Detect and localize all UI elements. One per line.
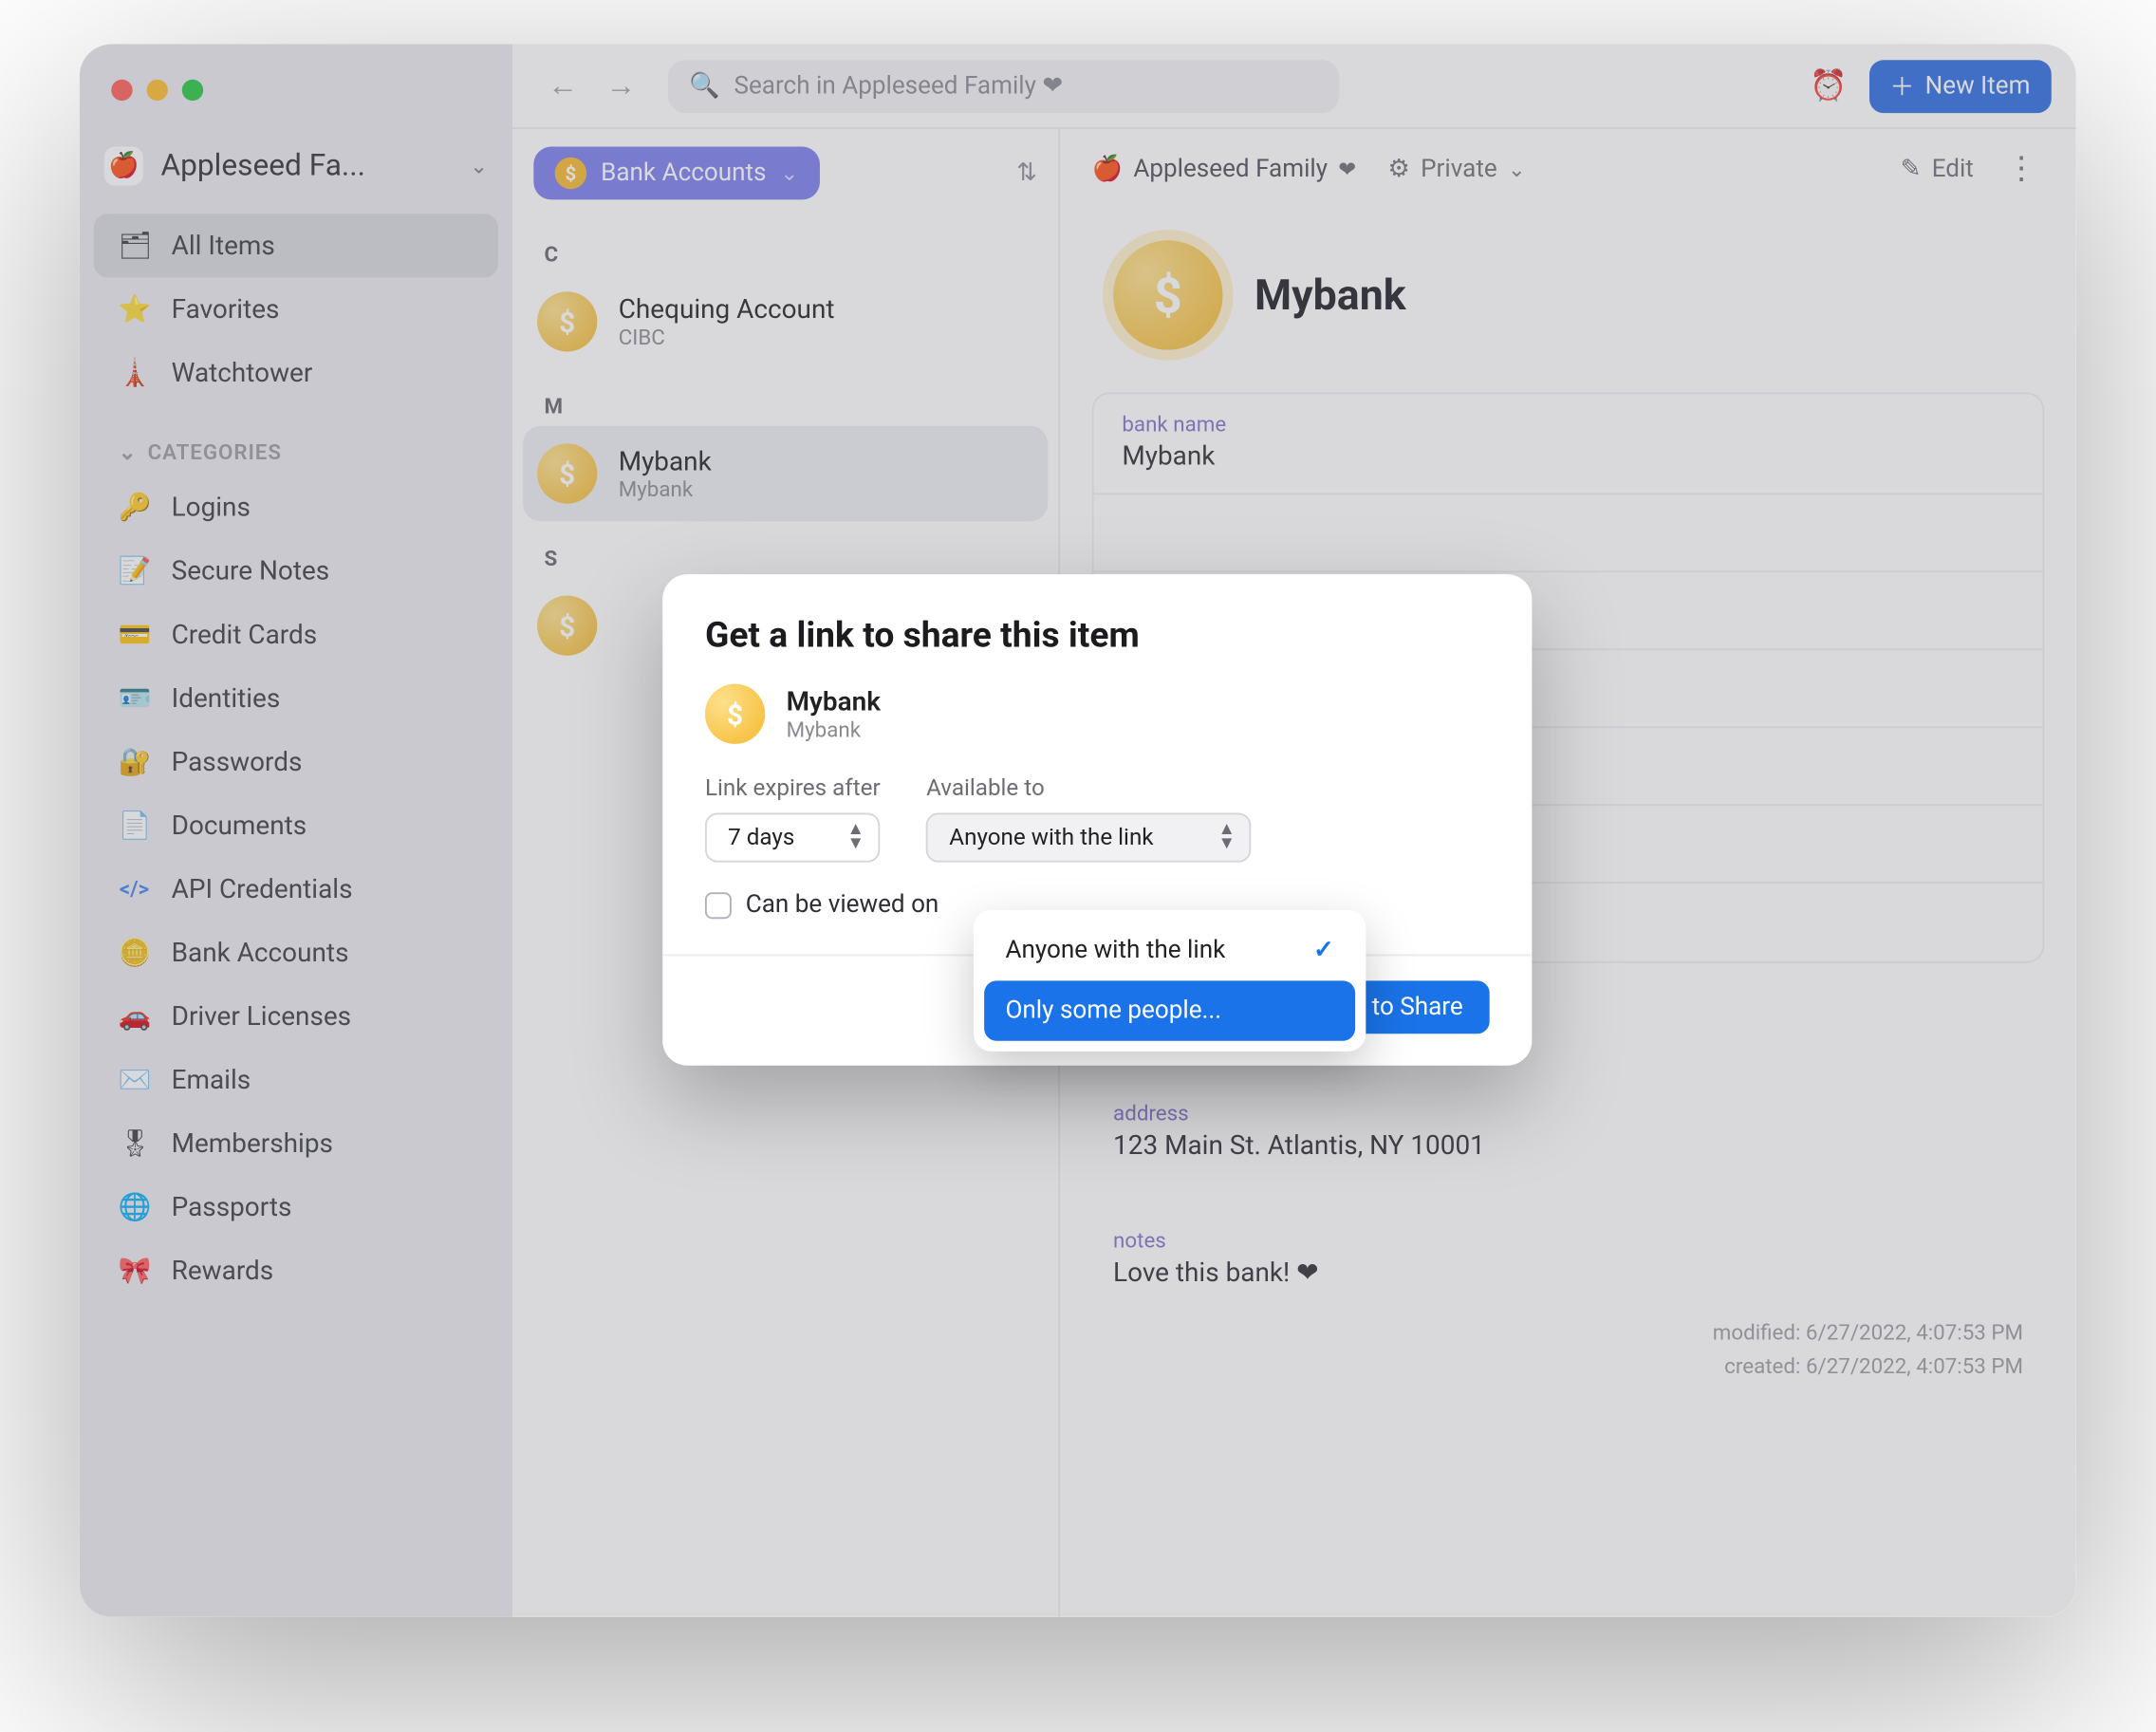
modal-item-row: $ Mybank Mybank <box>705 684 1490 744</box>
modal-item-subtitle: Mybank <box>787 717 881 742</box>
available-label: Available to <box>926 775 1252 802</box>
modal-item-title: Mybank <box>787 685 881 717</box>
checkbox-label: Can be viewed on <box>746 890 939 919</box>
available-to-dropdown: Anyone with the link ✓ Only some people.… <box>974 910 1366 1052</box>
stepper-icon: ▲▼ <box>846 824 864 852</box>
expires-select[interactable]: 7 days ▲▼ <box>705 813 881 863</box>
expires-group: Link expires after 7 days ▲▼ <box>705 775 881 862</box>
stepper-icon: ▲▼ <box>1217 824 1235 852</box>
dropdown-option-some-people[interactable]: Only some people... <box>984 980 1355 1040</box>
checkbox-icon <box>705 891 732 918</box>
app-window: 🍎 Appleseed Fa... ⌄ 🗂 All Items ⭐ Favori… <box>80 45 2076 1617</box>
dropdown-option-anyone[interactable]: Anyone with the link ✓ <box>984 921 1355 980</box>
option-label: Anyone with the link <box>1005 937 1225 965</box>
expires-value: 7 days <box>728 825 794 851</box>
option-label: Only some people... <box>1005 996 1221 1025</box>
coin-icon: $ <box>705 684 765 744</box>
available-value: Anyone with the link <box>949 825 1153 851</box>
check-icon: ✓ <box>1313 937 1334 965</box>
available-to-group: Available to Anyone with the link ▲▼ <box>926 775 1252 862</box>
modal-title: Get a link to share this item <box>705 613 1490 656</box>
expires-label: Link expires after <box>705 775 881 802</box>
available-to-select[interactable]: Anyone with the link ▲▼ <box>926 813 1252 863</box>
